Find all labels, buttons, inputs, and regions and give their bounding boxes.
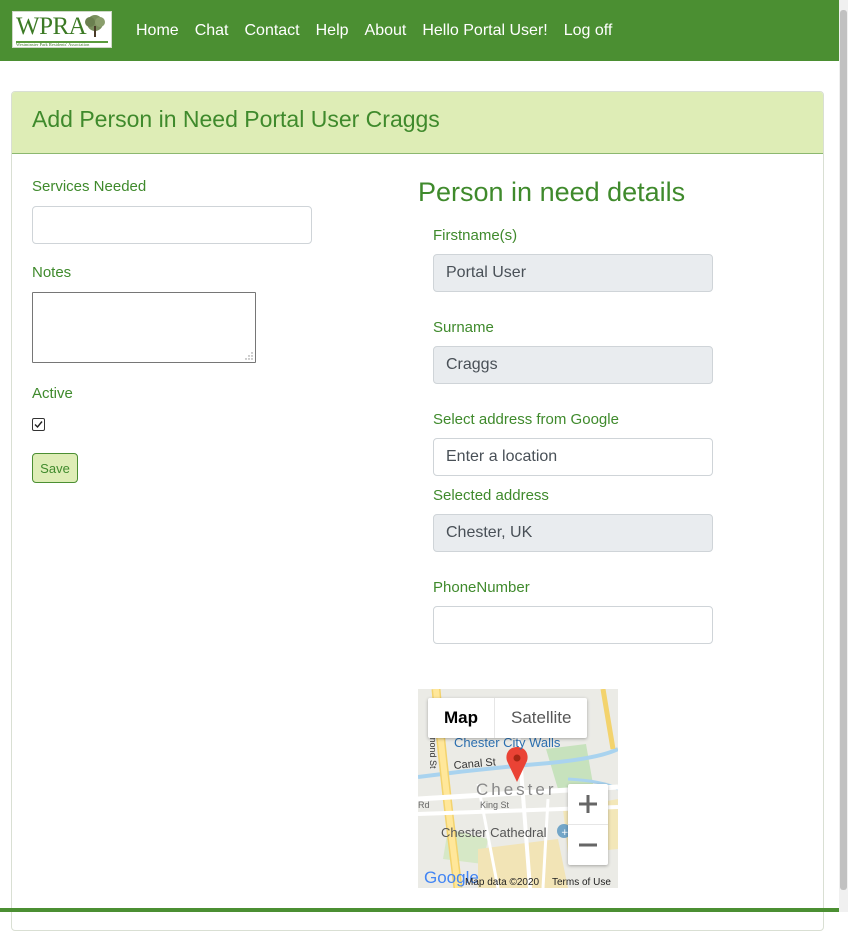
nav-home[interactable]: Home bbox=[128, 0, 187, 61]
nav-links: Home Chat Contact Help About Hello Porta… bbox=[128, 0, 620, 61]
card-header: Add Person in Need Portal User Craggs bbox=[12, 92, 823, 154]
map-data-credit: Map data ©2020 bbox=[465, 877, 540, 888]
save-button[interactable]: Save bbox=[32, 453, 78, 483]
footer-bar bbox=[0, 908, 839, 912]
map-type-control: Map Satellite bbox=[428, 698, 588, 738]
notes-label: Notes bbox=[32, 264, 72, 281]
resize-grip-icon[interactable] bbox=[245, 352, 253, 360]
selected-address-label: Selected address bbox=[433, 487, 549, 504]
notes-textarea[interactable] bbox=[32, 292, 256, 363]
zoom-control bbox=[568, 784, 608, 865]
tree-icon bbox=[85, 15, 105, 37]
firstname-field[interactable]: Portal User bbox=[433, 254, 713, 292]
map-tab-satellite[interactable]: Satellite bbox=[494, 698, 587, 738]
navbar: WPRA Westminster Park Residents' Associa… bbox=[0, 0, 839, 61]
map-label-cathedral: Chester Cathedral bbox=[441, 825, 547, 840]
services-label: Services Needed bbox=[32, 178, 147, 195]
google-address-input[interactable]: Enter a location bbox=[433, 438, 713, 476]
services-input[interactable] bbox=[32, 206, 312, 244]
map-label-king: King St bbox=[480, 800, 510, 810]
phone-label: PhoneNumber bbox=[433, 579, 530, 596]
wpra-logo[interactable]: WPRA Westminster Park Residents' Associa… bbox=[12, 11, 112, 48]
active-checkbox[interactable] bbox=[32, 418, 45, 431]
active-label: Active bbox=[32, 385, 73, 402]
nav-chat[interactable]: Chat bbox=[187, 0, 237, 61]
details-heading: Person in need details bbox=[418, 177, 686, 207]
scrollbar-thumb[interactable] bbox=[840, 10, 847, 890]
logo-subtext: Westminster Park Residents' Association bbox=[16, 42, 90, 47]
map-label-city: Chester bbox=[476, 780, 557, 799]
map-label-rd: Rd bbox=[418, 800, 430, 810]
map-label-road-left: mond St bbox=[428, 735, 438, 769]
nav-log-off[interactable]: Log off bbox=[556, 0, 621, 61]
terms-link[interactable]: Terms of Use bbox=[552, 877, 611, 888]
map-tab-map[interactable]: Map bbox=[428, 698, 494, 738]
zoom-out-button[interactable] bbox=[568, 824, 608, 865]
minus-icon bbox=[579, 843, 597, 847]
page-title: Add Person in Need Portal User Craggs bbox=[32, 106, 440, 132]
nav-about[interactable]: About bbox=[357, 0, 415, 61]
firstname-label: Firstname(s) bbox=[433, 227, 518, 244]
surname-field[interactable]: Craggs bbox=[433, 346, 713, 384]
google-address-label: Select address from Google bbox=[433, 411, 619, 428]
zoom-in-button[interactable] bbox=[568, 784, 608, 824]
map-footer: Map data ©2020 Terms of Use bbox=[418, 876, 618, 888]
nav-contact[interactable]: Contact bbox=[236, 0, 307, 61]
plus-icon bbox=[579, 795, 597, 813]
selected-address-field[interactable]: Chester, UK bbox=[433, 514, 713, 552]
nav-help[interactable]: Help bbox=[308, 0, 357, 61]
surname-label: Surname bbox=[433, 319, 494, 336]
logo-text: WPRA bbox=[16, 13, 87, 40]
phone-input[interactable] bbox=[433, 606, 713, 644]
check-icon bbox=[34, 421, 43, 429]
nav-user-greeting[interactable]: Hello Portal User! bbox=[414, 0, 555, 61]
